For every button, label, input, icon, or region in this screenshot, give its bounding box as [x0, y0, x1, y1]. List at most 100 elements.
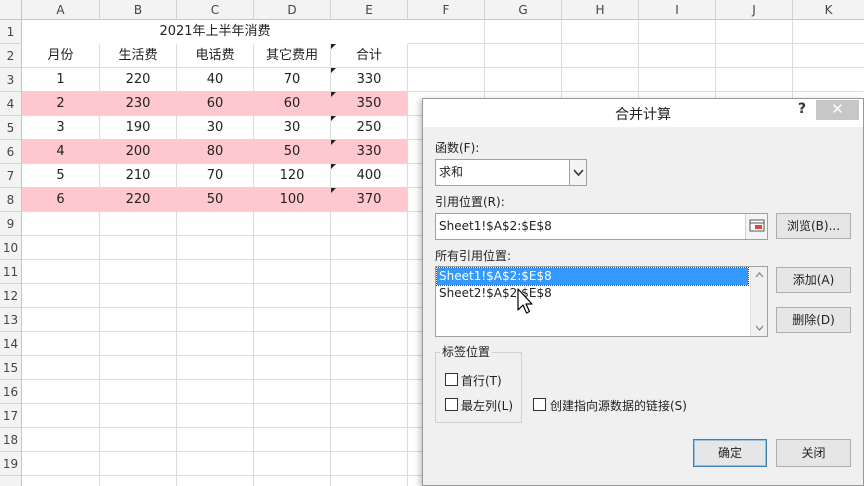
table-cell[interactable]: 3: [22, 116, 99, 140]
row-header-16[interactable]: 16: [0, 380, 22, 404]
header-other[interactable]: 其它费用: [254, 44, 330, 68]
table-cell[interactable]: 1: [22, 68, 99, 92]
row-header-18[interactable]: 18: [0, 428, 22, 452]
table-cell[interactable]: 370: [331, 188, 407, 212]
table-cell[interactable]: 2: [22, 92, 99, 116]
reference-label: 引用位置(R):: [435, 195, 505, 209]
formula-indicator-icon: [331, 188, 336, 193]
table-cell[interactable]: 6: [22, 188, 99, 212]
table-cell[interactable]: 230: [100, 92, 176, 116]
column-header-j[interactable]: J: [716, 0, 793, 20]
row-header-9[interactable]: 9: [0, 212, 22, 236]
row-header-8[interactable]: 8: [0, 188, 22, 212]
column-header-c[interactable]: C: [177, 0, 254, 20]
select-all-corner[interactable]: [0, 0, 22, 20]
table-cell[interactable]: 250: [331, 116, 407, 140]
close-icon[interactable]: ✕: [816, 100, 859, 120]
function-select[interactable]: 求和: [435, 159, 587, 186]
label-position-group-title: 标签位置: [440, 343, 493, 360]
mouse-pointer-icon: [517, 288, 533, 314]
row-header-7[interactable]: 7: [0, 164, 22, 188]
row-header-15[interactable]: 15: [0, 356, 22, 380]
table-cell[interactable]: 70: [177, 164, 253, 188]
column-header-e[interactable]: E: [331, 0, 408, 20]
table-cell[interactable]: 4: [22, 140, 99, 164]
table-cell[interactable]: 220: [100, 188, 176, 212]
header-total[interactable]: 合计: [331, 44, 407, 68]
row-header-3[interactable]: 3: [0, 68, 22, 92]
column-header-g[interactable]: G: [485, 0, 562, 20]
row-header-14[interactable]: 14: [0, 332, 22, 356]
table-cell[interactable]: 190: [100, 116, 176, 140]
collapse-dialog-icon[interactable]: [745, 214, 767, 239]
browse-button[interactable]: 浏览(B)...: [776, 213, 851, 239]
list-item[interactable]: Sheet2!$A$2:$E$8: [437, 285, 748, 302]
left-column-label[interactable]: 最左列(L): [461, 397, 513, 414]
column-header-f[interactable]: F: [408, 0, 485, 20]
sheet-title-cell[interactable]: 2021年上半年消费: [22, 20, 408, 44]
create-links-label[interactable]: 创建指向源数据的链接(S): [550, 397, 687, 414]
consolidate-dialog: 合并计算 ? ✕ 函数(F): 求和 引用位置(R): Sheet1!$A$2:…: [422, 98, 864, 486]
list-item[interactable]: Sheet1!$A$2:$E$8: [436, 267, 749, 286]
column-header-a[interactable]: A: [22, 0, 100, 20]
all-references-list[interactable]: Sheet1!$A$2:$E$8 Sheet2!$A$2:$E$8: [435, 266, 768, 337]
table-cell[interactable]: 100: [254, 188, 330, 212]
row-header-17[interactable]: 17: [0, 404, 22, 428]
table-cell[interactable]: 70: [254, 68, 330, 92]
table-cell[interactable]: 30: [254, 116, 330, 140]
reference-input[interactable]: Sheet1!$A$2:$E$8: [435, 213, 768, 240]
first-row-checkbox[interactable]: [445, 373, 458, 386]
table-cell[interactable]: 330: [331, 140, 407, 164]
ok-button[interactable]: 确定: [693, 439, 767, 467]
table-cell[interactable]: 80: [177, 140, 253, 164]
formula-indicator-icon: [331, 68, 336, 73]
function-label: 函数(F):: [435, 141, 480, 155]
formula-indicator-icon: [331, 44, 336, 49]
column-header-h[interactable]: H: [562, 0, 639, 20]
table-cell[interactable]: 220: [100, 68, 176, 92]
close-button[interactable]: 关闭: [776, 439, 851, 467]
help-icon[interactable]: ?: [795, 101, 809, 117]
row-header-10[interactable]: 10: [0, 236, 22, 260]
first-row-label[interactable]: 首行(T): [461, 372, 502, 389]
table-cell[interactable]: 30: [177, 116, 253, 140]
header-month[interactable]: 月份: [22, 44, 99, 68]
chevron-down-icon[interactable]: [569, 160, 586, 185]
column-header-b[interactable]: B: [100, 0, 177, 20]
table-cell[interactable]: 120: [254, 164, 330, 188]
row-header-19[interactable]: 19: [0, 452, 22, 476]
table-cell[interactable]: 50: [177, 188, 253, 212]
table-cell[interactable]: 210: [100, 164, 176, 188]
table-cell[interactable]: 60: [254, 92, 330, 116]
column-header-d[interactable]: D: [254, 0, 331, 20]
column-header-k[interactable]: K: [793, 0, 864, 20]
reference-input-value: Sheet1!$A$2:$E$8: [439, 219, 552, 233]
table-cell[interactable]: 330: [331, 68, 407, 92]
column-header-i[interactable]: I: [639, 0, 716, 20]
header-living[interactable]: 生活费: [100, 44, 176, 68]
table-cell[interactable]: 200: [100, 140, 176, 164]
dialog-titlebar[interactable]: 合并计算 ? ✕: [423, 99, 863, 127]
formula-indicator-icon: [331, 116, 336, 121]
row-header-4[interactable]: 4: [0, 92, 22, 116]
formula-indicator-icon: [331, 140, 336, 145]
delete-button[interactable]: 删除(D): [776, 307, 851, 333]
table-cell[interactable]: 40: [177, 68, 253, 92]
header-phone[interactable]: 电话费: [177, 44, 253, 68]
row-header-6[interactable]: 6: [0, 140, 22, 164]
left-column-checkbox[interactable]: [445, 398, 458, 411]
table-cell[interactable]: 60: [177, 92, 253, 116]
row-header-13[interactable]: 13: [0, 308, 22, 332]
table-cell[interactable]: 400: [331, 164, 407, 188]
row-header-11[interactable]: 11: [0, 260, 22, 284]
row-header-2[interactable]: 2: [0, 44, 22, 68]
table-cell[interactable]: 50: [254, 140, 330, 164]
table-cell[interactable]: 350: [331, 92, 407, 116]
references-scrollbar[interactable]: [750, 267, 767, 336]
add-button[interactable]: 添加(A): [776, 267, 851, 293]
row-header-1[interactable]: 1: [0, 20, 22, 44]
row-header-5[interactable]: 5: [0, 116, 22, 140]
table-cell[interactable]: 5: [22, 164, 99, 188]
create-links-checkbox[interactable]: [533, 398, 546, 411]
row-header-12[interactable]: 12: [0, 284, 22, 308]
